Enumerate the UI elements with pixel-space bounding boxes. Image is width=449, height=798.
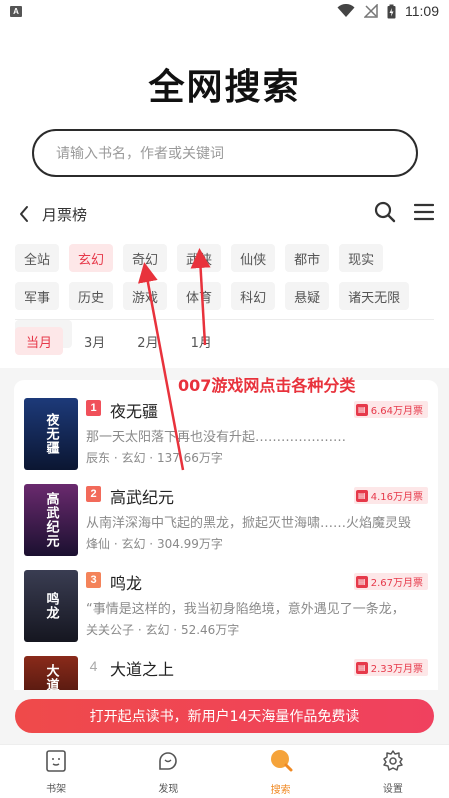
book-meta: 关关公子 · 玄幻 · 52.46万字	[86, 623, 240, 637]
ticket-icon: ▤	[355, 489, 368, 502]
ticket-count-badge: ▤ 2.67万月票	[353, 573, 428, 590]
cover-text: 夜无疆	[24, 398, 78, 470]
rank-badge: 1	[86, 400, 101, 416]
list-item[interactable]: 高武纪元 2 高武纪元 ▤ 4.16万月票从南洋深海中飞起的黑龙，掀起灭世海啸……火焰魔…	[24, 484, 428, 560]
no-signal-icon	[364, 4, 378, 18]
ticket-icon: ▤	[355, 661, 368, 674]
rank-badge: 3	[86, 572, 101, 588]
cover-text: 鸣龙	[24, 570, 78, 642]
nav-label: 发现	[158, 783, 179, 795]
category-chip[interactable]: 现实	[339, 244, 384, 272]
category-chip[interactable]: 武侠	[177, 244, 222, 272]
category-chip[interactable]: 历史	[69, 282, 114, 310]
book-cover[interactable]: 鸣龙	[24, 570, 78, 642]
category-chip[interactable]: 悬疑	[285, 282, 330, 310]
divider	[15, 319, 434, 320]
nav-item[interactable]: 搜索	[225, 745, 337, 798]
annotation-text: 007游戏网点击各种分类	[178, 376, 356, 395]
category-chip[interactable]: 全站	[15, 244, 60, 272]
category-chip[interactable]: 游戏	[123, 282, 168, 310]
book-author: 辰东	[86, 451, 111, 465]
ticket-count: 2.33万月票	[370, 664, 423, 675]
book-genre: 玄幻	[121, 537, 146, 551]
book-description: “事情是这样的，我当初身陷绝境，意外遇见了一条龙，	[86, 602, 405, 617]
book-genre: 玄幻	[145, 623, 170, 637]
book-cover[interactable]: 夜无疆	[24, 398, 78, 470]
book-word-count: 137.66万字	[156, 451, 223, 465]
list-item[interactable]: 大道之上 4 大道之上 ▤2.33万月票	[24, 656, 428, 690]
battery-charging-icon	[387, 4, 396, 19]
wifi-icon	[337, 4, 355, 18]
list-item[interactable]: 夜无疆 1 夜无疆 ▤ 6.64万月票 那一天太阳落下再也没有升起………………… 辰东 · …	[24, 398, 428, 474]
search-icon	[268, 748, 294, 778]
category-chip[interactable]: 奇幻	[123, 244, 168, 272]
nav-item[interactable]: 书架	[0, 745, 112, 798]
book-description: 那一天太阳落下再也没有升起…………………	[86, 430, 347, 445]
ranking-title[interactable]: 月票榜	[42, 204, 87, 225]
cover-text: 大道之上	[24, 656, 78, 690]
nav-label: 书架	[46, 783, 67, 795]
bottom-nav: 书架 发现 搜索 设置	[0, 744, 449, 798]
book-cover[interactable]: 高武纪元	[24, 484, 78, 556]
rank-badge: 4	[89, 658, 98, 674]
bookshelf-icon	[44, 749, 68, 777]
ranking-header: 月票榜	[18, 200, 435, 228]
book-author: 关关公子	[86, 623, 135, 637]
nav-label: 设置	[382, 783, 403, 795]
ticket-count: 6.64万月票	[370, 406, 423, 417]
page-title: 全网搜索	[148, 67, 301, 108]
ticket-count-badge: ▤ 4.16万月票	[353, 487, 428, 504]
book-meta: 辰东 · 玄幻 · 137.66万字	[86, 451, 223, 465]
ticket-icon: ▤	[355, 575, 368, 588]
ticket-count-badge: ▤ 2.33万月票	[353, 659, 428, 676]
book-author: 烽仙	[86, 537, 111, 551]
ticket-count-badge: ▤ 6.64万月票	[353, 401, 428, 418]
status-time: 11:09	[405, 3, 439, 19]
ticket-count: 2.67万月票	[370, 578, 423, 589]
status-icons: 11:09	[337, 3, 439, 19]
category-chip[interactable]: 体育	[177, 282, 222, 310]
category-chip[interactable]: 科幻	[231, 282, 276, 310]
chevron-left-icon[interactable]	[18, 200, 38, 228]
book-cover[interactable]: 大道之上	[24, 656, 78, 690]
book-title[interactable]: 高武纪元	[110, 484, 174, 508]
book-list: 夜无疆 1 夜无疆 ▤ 6.64万月票 那一天太阳落下再也没有升起………………… 辰东 · …	[14, 380, 438, 690]
search-input[interactable]: 请输入书名，作者或关键词	[32, 129, 418, 177]
settings-icon	[381, 749, 405, 777]
book-title[interactable]: 大道之上	[110, 656, 174, 680]
menu-icon[interactable]	[413, 203, 435, 225]
period-tab[interactable]: 1月	[180, 327, 223, 355]
category-chip[interactable]: 仙侠	[231, 244, 276, 272]
search-icon[interactable]	[374, 201, 396, 227]
period-tabs: 当月 3月 2月 1月	[15, 327, 223, 355]
search-placeholder: 请输入书名，作者或关键词	[56, 146, 224, 162]
notification-icon: A	[10, 5, 22, 17]
book-word-count: 304.99万字	[156, 537, 223, 551]
nav-label: 搜索	[270, 784, 291, 796]
period-tab[interactable]: 2月	[126, 327, 169, 355]
book-meta: 烽仙 · 玄幻 · 304.99万字	[86, 537, 223, 551]
nav-item[interactable]: 设置	[337, 745, 449, 798]
status-bar: A 11:09	[0, 0, 449, 22]
promo-text: 打开起点读书，新用户14天海量作品免费读	[89, 709, 360, 725]
category-chip[interactable]: 军事	[15, 282, 60, 310]
list-item[interactable]: 鸣龙 3 鸣龙 ▤ 2.67万月票 “事情是这样的，我当初身陷绝境，意外遇见了一条龙， 关关…	[24, 570, 428, 646]
discover-icon	[156, 749, 180, 777]
promo-banner[interactable]: 打开起点读书，新用户14天海量作品免费读	[15, 699, 434, 733]
book-title[interactable]: 夜无疆	[110, 398, 158, 422]
category-chip[interactable]: 都市	[285, 244, 330, 272]
period-tab[interactable]: 3月	[73, 327, 116, 355]
rank-badge: 2	[86, 486, 101, 502]
cover-text: 高武纪元	[24, 484, 78, 556]
book-word-count: 52.46万字	[180, 623, 240, 637]
ticket-icon: ▤	[355, 403, 368, 416]
book-description: 从南洋深海中飞起的黑龙，掀起灭世海啸……火焰魔灵毁	[86, 516, 412, 531]
nav-item[interactable]: 发现	[112, 745, 224, 798]
category-chip[interactable]: 玄幻	[69, 244, 114, 272]
ticket-count: 4.16万月票	[370, 492, 423, 503]
book-title[interactable]: 鸣龙	[110, 570, 142, 594]
category-chip[interactable]: 诸天无限	[339, 282, 410, 310]
book-genre: 玄幻	[121, 451, 146, 465]
period-tab[interactable]: 当月	[15, 327, 64, 355]
